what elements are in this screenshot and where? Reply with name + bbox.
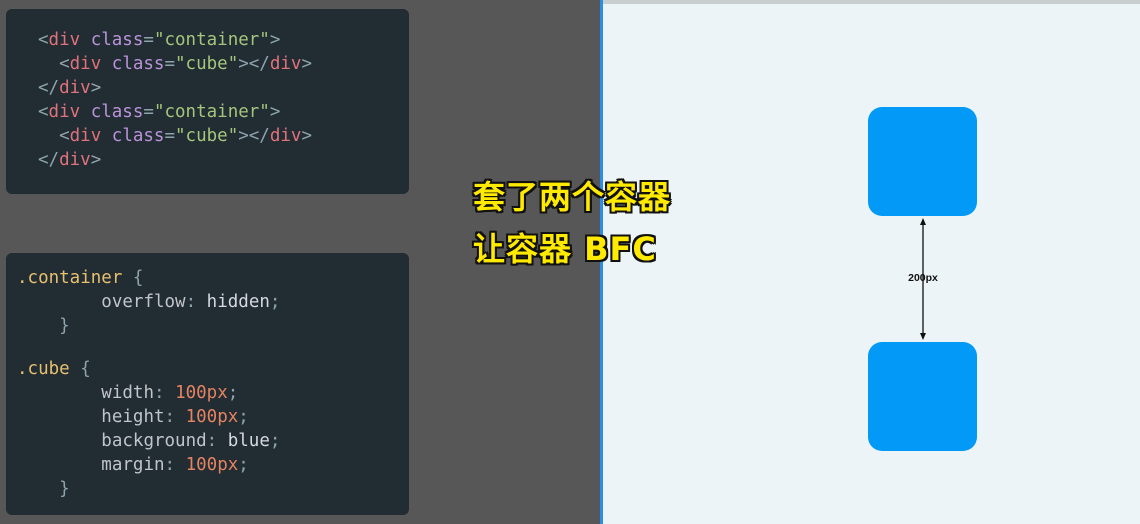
preview-top-strip [603,0,1140,4]
cube-bottom [868,342,977,451]
code-line: height: 100px; [101,407,249,427]
code-line: .container { [17,268,144,288]
gap-measure-label: 200px [908,272,938,284]
code-line: } [59,479,70,499]
code-line: } [59,316,70,336]
code-line: </div> [38,150,102,170]
code-line: width: 100px; [101,383,239,403]
html-code-block: <div class="container"> <div class="cube… [6,9,409,194]
code-line: <div class="container"> [38,30,281,50]
code-line: <div class="cube"></div> [59,54,312,74]
subtitle-line-1: 套了两个容器 [473,178,672,216]
subtitle-line-2: 让容器 BFC [473,230,657,268]
code-line: <div class="container"> [38,102,281,122]
code-line: </div> [38,78,102,98]
code-line: overflow: hidden; [101,292,281,312]
code-line: margin: 100px; [101,455,249,475]
code-line: <div class="cube"></div> [59,126,312,146]
css-code-block: .container { overflow: hidden; } .cube {… [6,253,409,515]
code-line: background: blue; [101,431,281,451]
code-line: .cube { [17,359,91,379]
cube-top [868,107,977,216]
